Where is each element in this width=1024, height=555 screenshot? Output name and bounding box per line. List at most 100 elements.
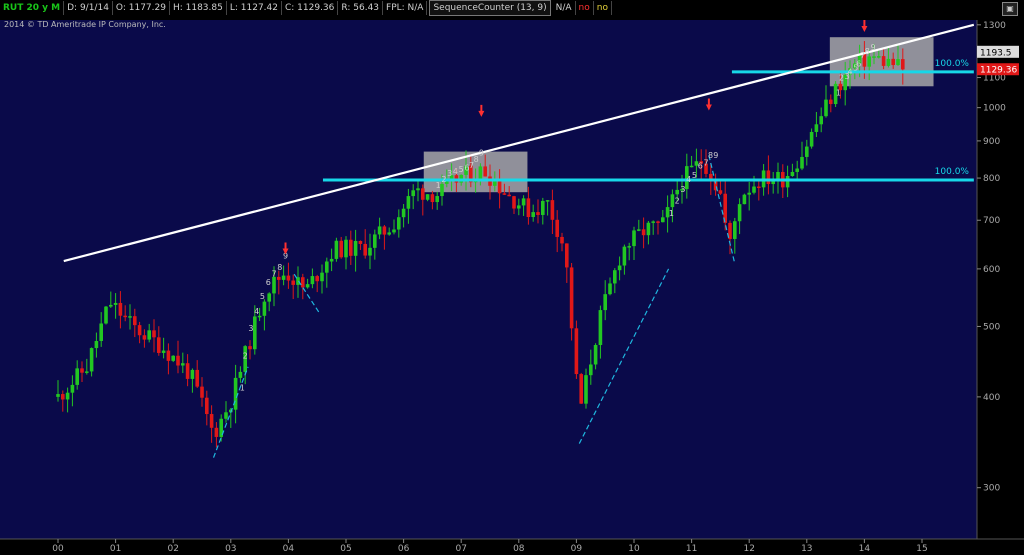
candle-body [536, 212, 540, 215]
candle-body [497, 181, 502, 194]
candle-body [147, 330, 151, 340]
candle-body [358, 240, 363, 244]
sequence-count-label: 4 [847, 68, 852, 77]
sequence-count-label: 2 [839, 73, 844, 82]
candle-body [104, 306, 108, 324]
candle-body [109, 304, 113, 307]
candle-body [392, 229, 396, 233]
candle-body [901, 59, 905, 70]
study-value-na: N/A [553, 1, 576, 15]
candle-body [896, 59, 900, 66]
candle-body [737, 204, 742, 222]
x-tick-label: 13 [801, 544, 812, 554]
sequence-count-label: 3 [680, 185, 685, 194]
x-tick-label: 11 [686, 544, 697, 554]
study-flag-2: no [594, 1, 612, 15]
candle-body [617, 265, 622, 271]
candle-body [310, 276, 315, 285]
candle-body [377, 226, 382, 235]
candle-body [301, 277, 305, 288]
y-tick-label: 1000 [983, 104, 1006, 114]
candle-body [425, 194, 430, 200]
x-tick-label: 07 [455, 544, 466, 554]
fpl-label: FPL: N/A [383, 1, 428, 15]
y-tick-label: 700 [983, 216, 1000, 226]
x-tick-label: 05 [340, 544, 351, 554]
candle-body [200, 386, 204, 398]
candle-body [233, 377, 238, 410]
candle-body [214, 427, 219, 437]
candle-body [253, 316, 257, 350]
candle-body [152, 330, 156, 338]
sequence-count-label: 2 [441, 175, 446, 184]
candle-body [881, 56, 886, 66]
candle-body [526, 198, 531, 218]
candle-body [507, 194, 511, 197]
candle-body [829, 99, 833, 105]
candle-body [272, 276, 276, 294]
candle-body [675, 189, 679, 195]
candle-body [118, 302, 123, 316]
candle-body [814, 124, 819, 132]
x-tick-label: 06 [398, 544, 410, 554]
candle-body [353, 240, 358, 256]
chart-settings-icon[interactable]: ▣ [1002, 2, 1018, 16]
study-flag-1: no [576, 1, 594, 15]
candle-body [651, 221, 655, 223]
candle-body [550, 200, 555, 220]
sequence-count-label: 9 [479, 148, 484, 157]
study-label[interactable]: SequenceCounter (13, 9) [429, 0, 551, 16]
candle-body [608, 283, 612, 295]
candle-body [181, 363, 185, 366]
sequence-count-label: 2 [243, 351, 248, 360]
fib-level-label: 100.0% [935, 167, 970, 177]
candle-body [142, 335, 147, 340]
price-label-text: 1193.5 [980, 48, 1012, 58]
candle-body [440, 183, 444, 197]
sequence-count-label: 5 [260, 292, 265, 301]
candle-body [89, 348, 94, 372]
candle-body [85, 371, 89, 373]
candle-body [238, 371, 243, 378]
symbol-label[interactable]: RUT 20 y M [0, 1, 65, 15]
x-tick-label: 15 [916, 544, 927, 554]
candle-body [137, 325, 142, 336]
candle-body [416, 188, 420, 191]
sequence-count-label: 8 [277, 263, 282, 272]
sequence-count-label: 6 [698, 161, 703, 170]
candle-body [281, 275, 286, 280]
candle-body [224, 412, 228, 419]
sequence-count-label: 1 [240, 384, 245, 393]
x-tick-label: 08 [513, 544, 525, 554]
price-chart[interactable]: 3004005006007008009001000110012001300000… [0, 16, 1024, 555]
sequence-count-label: 4 [453, 167, 458, 176]
candle-body [574, 328, 579, 375]
candle-body [579, 374, 583, 404]
candle-body [545, 200, 550, 202]
y-tick-label: 800 [983, 174, 1000, 184]
candle-body [867, 56, 871, 67]
x-tick-label: 09 [571, 544, 583, 554]
x-tick-label: 01 [110, 544, 121, 554]
candle-body [406, 196, 411, 209]
candle-body [766, 170, 771, 185]
y-tick-label: 300 [983, 484, 1000, 494]
candle-body [430, 194, 435, 203]
candle-body [157, 337, 161, 353]
candle-body [795, 168, 799, 172]
candle-body [75, 368, 79, 385]
candle-body [363, 243, 367, 256]
y-tick-label: 1300 [983, 21, 1006, 31]
candle-body [339, 240, 343, 258]
sequence-count-label: 6 [856, 59, 861, 68]
candle-body [123, 315, 127, 318]
candle-body [421, 188, 425, 200]
price-label-text: 1129.36 [980, 66, 1017, 76]
bar-high: H: 1183.85 [170, 1, 227, 15]
candle-body [65, 392, 70, 400]
candle-body [747, 192, 751, 195]
sequence-count-label: 9 [870, 43, 875, 52]
x-tick-label: 04 [283, 544, 295, 554]
candle-body [128, 316, 132, 318]
candle-body [161, 350, 166, 353]
